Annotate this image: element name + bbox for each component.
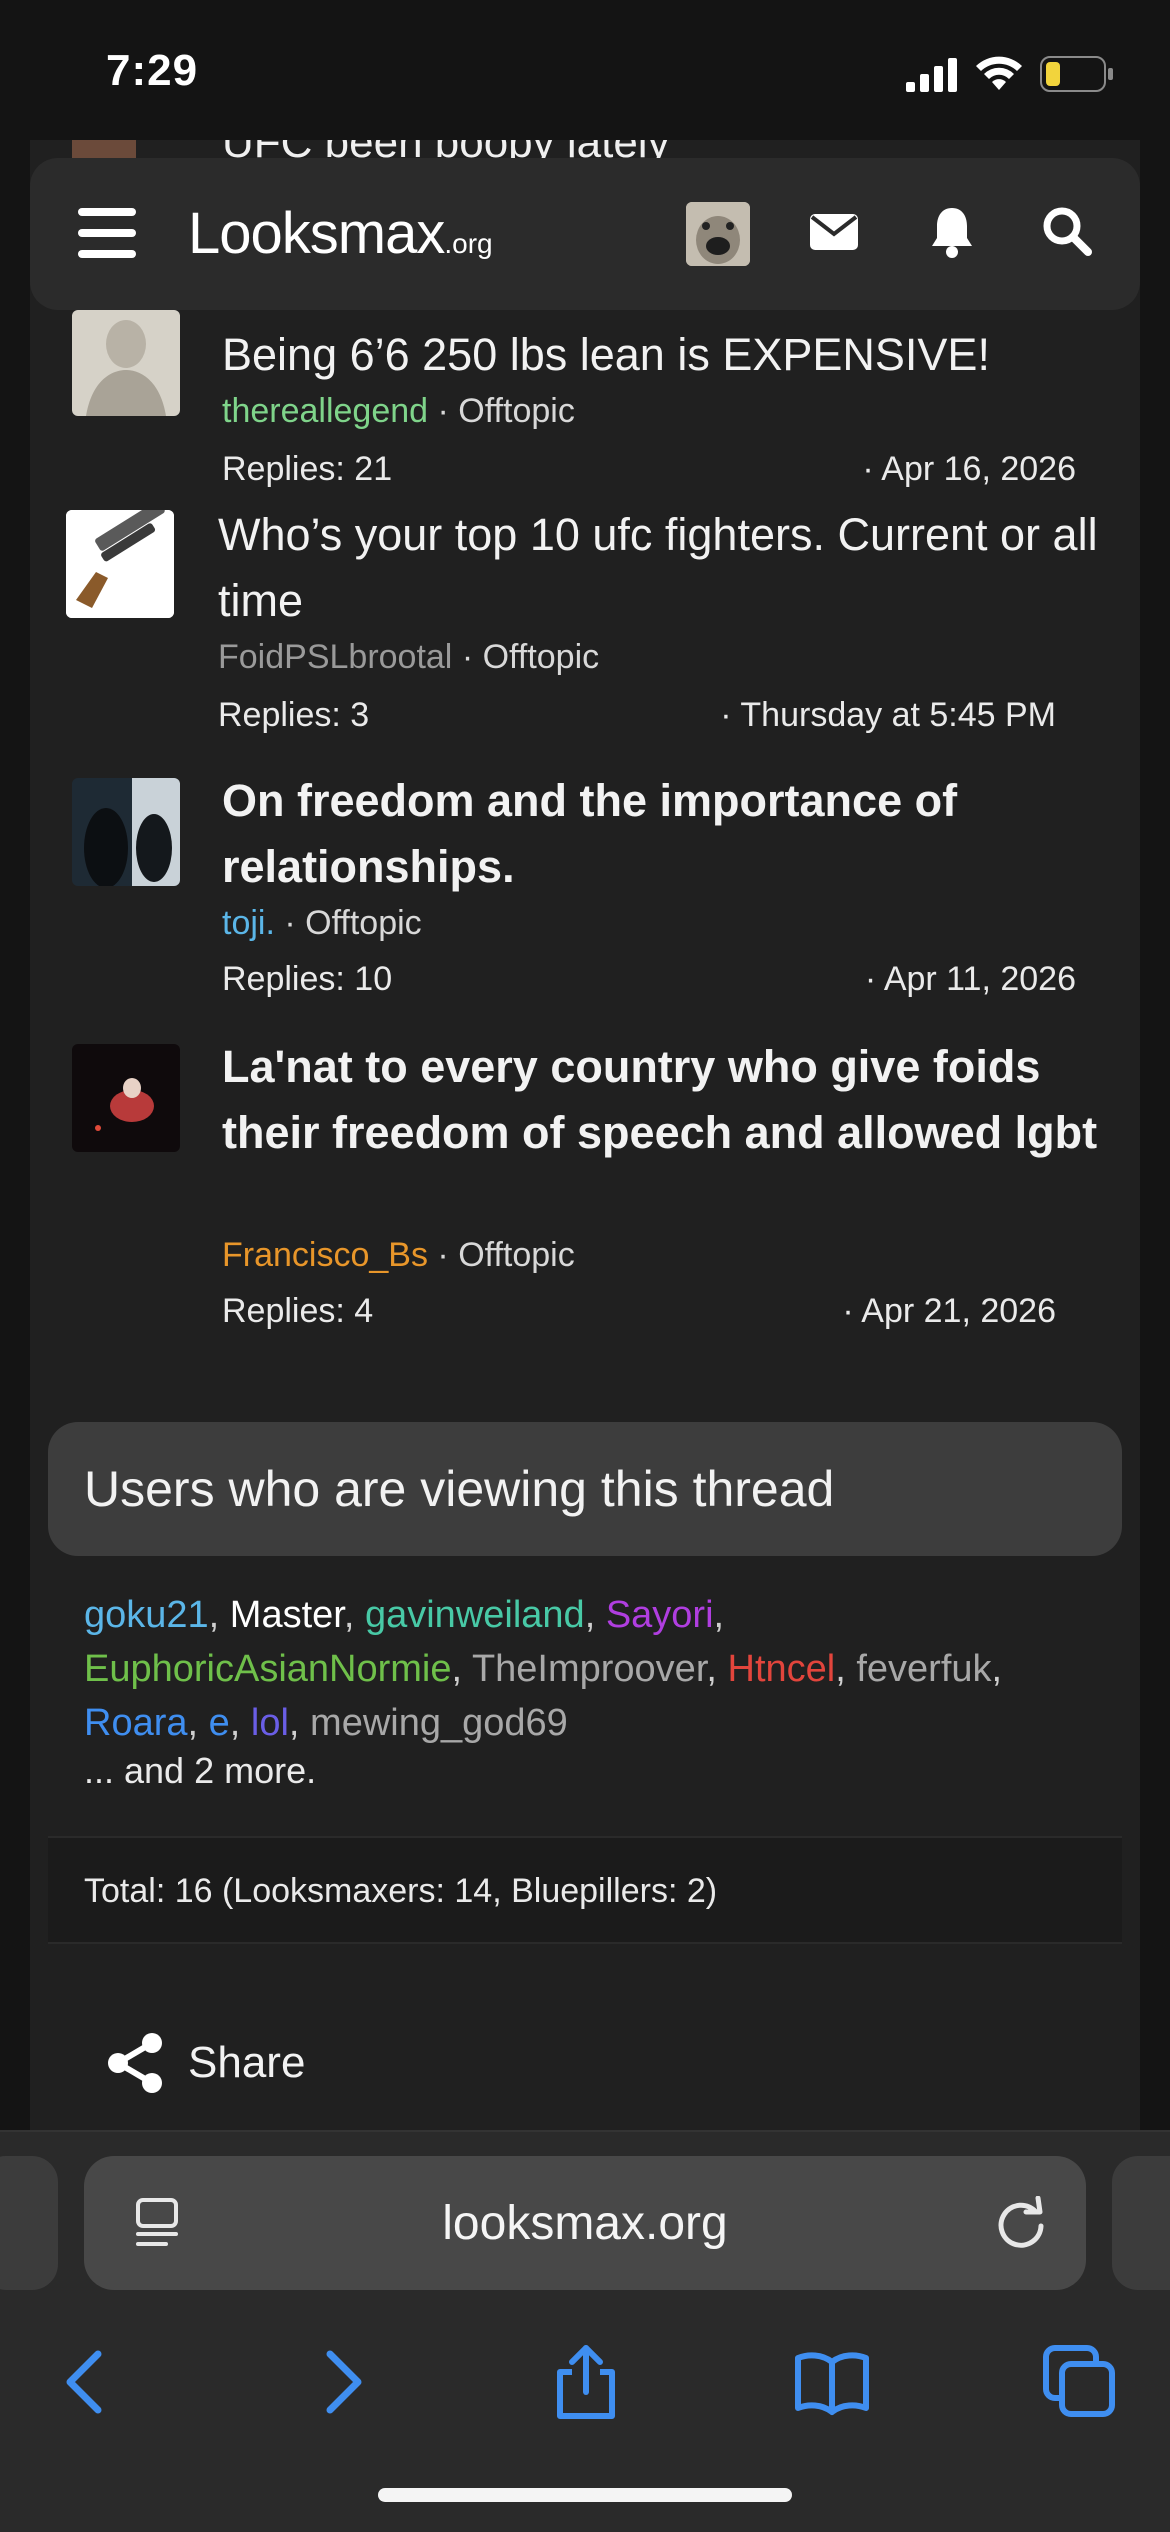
mail-icon[interactable] <box>810 214 858 250</box>
viewer-link[interactable]: gavinweiland <box>365 1594 585 1636</box>
back-icon[interactable] <box>48 2342 128 2422</box>
thread-thumbnail <box>66 510 174 618</box>
thread-forum[interactable]: Offtopic <box>483 638 600 676</box>
search-icon[interactable] <box>1042 206 1092 256</box>
thread-thumbnail <box>72 310 180 416</box>
site-logo[interactable]: Looksmax.org <box>188 200 493 267</box>
thread-title[interactable]: On freedom and the importance of relatio… <box>222 768 1140 900</box>
site-header: Looksmax.org <box>30 158 1140 310</box>
thread-replies: Replies: 10 <box>222 960 393 998</box>
menu-icon[interactable] <box>78 208 136 258</box>
thread-forum[interactable]: Offtopic <box>458 1236 575 1274</box>
tabs-icon[interactable] <box>1040 2342 1120 2422</box>
thread-forum[interactable]: Offtopic <box>458 392 575 430</box>
logo-text: Looksmax <box>188 201 445 266</box>
previous-tab-preview[interactable] <box>0 2156 58 2290</box>
viewer-link[interactable]: e <box>209 1702 230 1744</box>
thread-date: · Apr 21, 2026 <box>842 1292 1056 1330</box>
browser-nav <box>0 2322 1170 2442</box>
thread-author[interactable]: Francisco_Bs <box>222 1236 428 1274</box>
status-time: 7:29 <box>106 46 199 95</box>
address-bar[interactable]: looksmax.org <box>84 2156 1086 2290</box>
thread-author[interactable]: toji. <box>222 904 275 942</box>
list-item[interactable]: Being 6’6 250 lbs lean is EXPENSIVE! the… <box>30 310 1140 500</box>
reload-icon[interactable] <box>994 2196 1048 2250</box>
avatar[interactable] <box>686 202 750 266</box>
thread-title[interactable]: Who’s your top 10 ufc fighters. Current … <box>218 502 1138 634</box>
share-label: Share <box>188 2038 306 2087</box>
bookmarks-icon[interactable] <box>792 2342 872 2422</box>
status-bar: 7:29 <box>0 0 1170 140</box>
viewers-more[interactable]: ... and 2 more. <box>84 1750 316 1792</box>
forward-icon[interactable] <box>300 2342 380 2422</box>
viewer-link[interactable]: mewing_god69 <box>310 1702 568 1744</box>
thread-meta: toji. · Offtopic <box>222 904 422 942</box>
thread-date: · Thursday at 5:45 PM <box>720 696 1056 734</box>
thread-author[interactable]: FoidPSLbrootal <box>218 638 452 676</box>
share-icon <box>108 2033 162 2093</box>
battery-icon <box>1040 56 1113 92</box>
list-item[interactable]: Who’s your top 10 ufc fighters. Current … <box>30 509 1140 770</box>
viewers-title: Users who are viewing this thread <box>84 1461 835 1517</box>
bell-icon[interactable] <box>930 206 974 258</box>
thread-replies: Replies: 4 <box>222 1292 374 1330</box>
next-tab-preview[interactable] <box>1112 2156 1170 2290</box>
list-item[interactable]: La'nat to every country who give foids t… <box>30 1041 1140 1382</box>
viewer-link[interactable]: Htncel <box>728 1648 836 1690</box>
wifi-icon <box>976 56 1022 90</box>
thread-date: · Apr 11, 2026 <box>864 960 1076 998</box>
thread-author[interactable]: thereallegend <box>222 392 428 430</box>
thread-title[interactable]: La'nat to every country who give foids t… <box>222 1034 1140 1166</box>
viewers-list: goku21, Master, gavinweiland, Sayori, Eu… <box>84 1594 1003 1744</box>
thread-title[interactable]: Being 6’6 250 lbs lean is EXPENSIVE! <box>222 322 1140 388</box>
viewers-total: Total: 16 (Looksmaxers: 14, Bluepillers:… <box>48 1836 1122 1944</box>
viewer-link[interactable]: Master <box>230 1594 344 1636</box>
viewer-link[interactable]: EuphoricAsianNormie <box>84 1648 452 1690</box>
thread-date: · Apr 16, 2026 <box>862 450 1076 488</box>
viewer-link[interactable]: Roara <box>84 1702 188 1744</box>
logo-suffix: .org <box>444 228 493 259</box>
thread-thumbnail <box>72 778 180 886</box>
thread-replies: Replies: 3 <box>218 696 370 734</box>
thread-thumbnail <box>72 1044 180 1152</box>
viewer-link[interactable]: lol <box>251 1702 289 1744</box>
thread-replies: Replies: 21 <box>222 450 393 488</box>
list-item[interactable]: On freedom and the importance of relatio… <box>30 775 1140 1036</box>
viewers-total-text: Total: 16 (Looksmaxers: 14, Bluepillers:… <box>84 1872 718 1910</box>
viewer-link[interactable]: Sayori <box>606 1594 714 1636</box>
url-text: looksmax.org <box>442 2197 728 2250</box>
home-indicator[interactable] <box>378 2488 792 2502</box>
thread-meta: thereallegend · Offtopic <box>222 392 575 430</box>
thread-meta: FoidPSLbrootal · Offtopic <box>218 638 600 676</box>
viewers-header: Users who are viewing this thread <box>48 1422 1122 1556</box>
viewer-link[interactable]: feverfuk <box>856 1648 991 1690</box>
page-content: UFC been boopy lately Looksmax.org Being… <box>30 140 1140 2140</box>
signal-icon <box>906 58 957 92</box>
viewer-link[interactable]: TheImproover <box>472 1648 706 1690</box>
share-sheet-icon[interactable] <box>546 2342 626 2422</box>
viewer-link[interactable]: goku21 <box>84 1594 209 1636</box>
thread-forum[interactable]: Offtopic <box>305 904 422 942</box>
thread-meta: Francisco_Bs · Offtopic <box>222 1236 575 1274</box>
browser-toolbar: looksmax.org <box>0 2130 1170 2532</box>
